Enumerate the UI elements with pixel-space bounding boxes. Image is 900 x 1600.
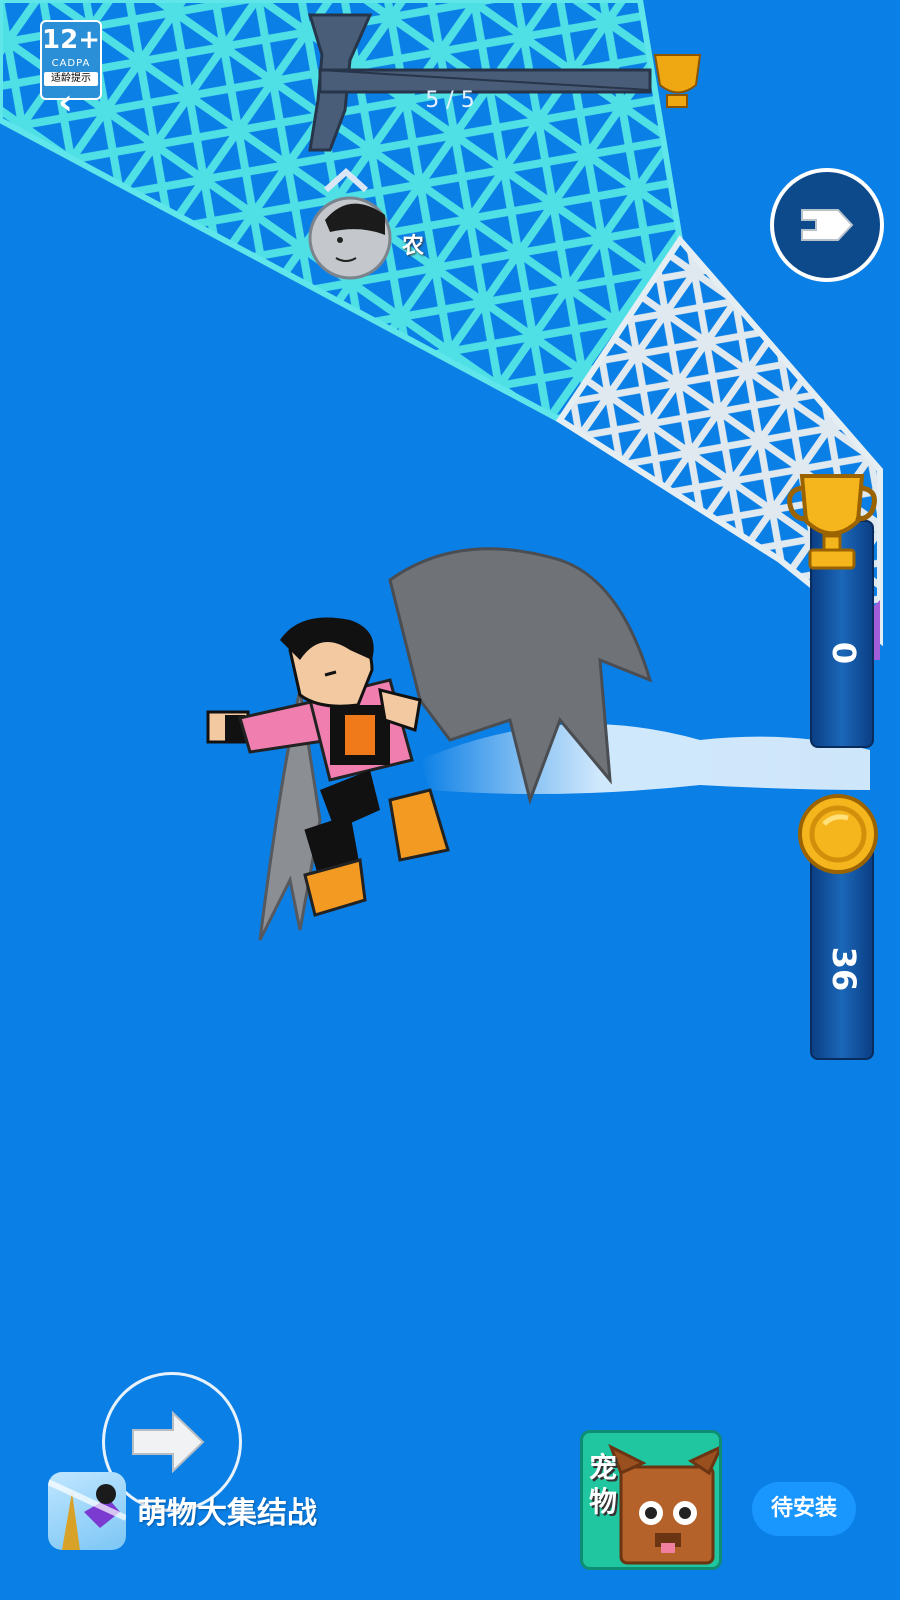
coin-icon — [798, 794, 878, 874]
player-avatar — [308, 196, 392, 280]
next-button[interactable] — [770, 168, 884, 282]
chevron-left-icon[interactable]: ‹ — [58, 82, 73, 123]
coin-count: 36 — [825, 946, 863, 992]
pet-button[interactable]: 宠物 — [580, 1430, 722, 1570]
trophy-icon — [787, 474, 877, 570]
level-progress-text: 5 / 5 — [425, 88, 475, 113]
age-rating-label: 12+ — [42, 25, 100, 55]
progress-trophy-icon — [653, 54, 702, 108]
next-arrow-icon — [801, 209, 854, 241]
ad-app-name[interactable]: 萌物大集结战 — [137, 1488, 317, 1532]
game-scene — [0, 0, 883, 941]
pet-label: 宠物 — [589, 1451, 618, 1518]
install-button[interactable]: 待安装 — [752, 1482, 856, 1536]
age-rating-org: CADPA — [51, 58, 91, 69]
app-icon[interactable] — [48, 1472, 126, 1550]
app-icon-art — [48, 1479, 126, 1550]
jet-trail — [420, 724, 870, 794]
player-name: 农 — [402, 234, 425, 259]
trophy-count: 0 — [825, 641, 863, 665]
